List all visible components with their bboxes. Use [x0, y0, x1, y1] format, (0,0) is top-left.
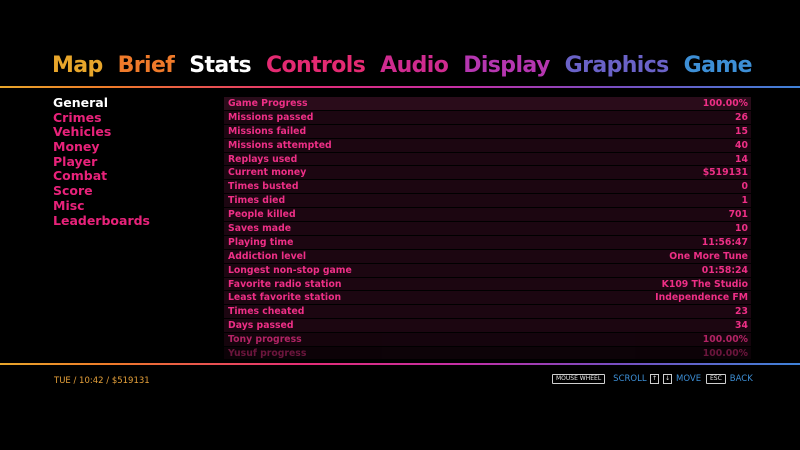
stat-value: 15 — [735, 125, 748, 137]
stat-row: Addiction level One More Tune — [224, 249, 751, 263]
move-hint: ↑ ↓ MOVE — [650, 374, 701, 384]
esc-key: ESC — [706, 374, 726, 384]
stat-row: Yusuf progress 100.00% — [224, 347, 751, 359]
tab-audio[interactable]: Audio — [380, 53, 449, 78]
stat-label: Replays used — [228, 153, 298, 165]
category-general[interactable]: General — [53, 95, 203, 111]
category-score[interactable]: Score — [53, 183, 203, 199]
tab-controls[interactable]: Controls — [266, 53, 366, 78]
stat-label: Favorite radio station — [228, 278, 342, 290]
stat-label: Playing time — [228, 236, 294, 248]
stat-row: Longest non-stop game 01:58:24 — [224, 263, 751, 277]
category-crimes[interactable]: Crimes — [53, 110, 203, 126]
stat-row: Current money $519131 — [224, 166, 751, 180]
stat-label: People killed — [228, 209, 296, 221]
category-money[interactable]: Money — [53, 139, 203, 155]
category-vehicles[interactable]: Vehicles — [53, 125, 203, 140]
tab-stats[interactable]: Stats — [189, 53, 251, 78]
stat-label: Game Progress — [228, 97, 308, 109]
stat-label: Missions failed — [228, 125, 307, 137]
stat-row: Game Progress 100.00% — [224, 97, 751, 110]
stat-value: 100.00% — [702, 97, 748, 109]
stat-row: Days passed 34 — [224, 319, 751, 333]
stat-value: One More Tune — [669, 250, 748, 262]
category-player[interactable]: Player — [53, 154, 203, 170]
stat-row: Playing time 11:56:47 — [224, 235, 751, 249]
category-combat[interactable]: Combat — [53, 169, 203, 184]
arrow-down-key-icon: ↓ — [663, 374, 672, 384]
stat-label: Longest non-stop game — [228, 264, 352, 276]
stat-row: Times busted 0 — [224, 180, 751, 194]
stat-value: 100.00% — [702, 334, 748, 346]
stat-label: Tony progress — [228, 334, 302, 346]
stat-value: 01:58:24 — [701, 264, 748, 276]
stat-value: 11:56:47 — [701, 236, 748, 248]
stat-row: Missions failed 15 — [224, 124, 751, 138]
stat-value: 1 — [741, 195, 748, 207]
stat-label: Missions attempted — [228, 139, 332, 151]
scroll-hint: MOUSE WHEEL SCROLL — [552, 374, 647, 384]
stat-row: Times cheated 23 — [224, 305, 751, 319]
stat-row: Replays used 14 — [224, 152, 751, 166]
stat-value: 14 — [735, 153, 748, 165]
stat-value: $519131 — [702, 167, 748, 179]
stat-value: 0 — [741, 181, 748, 193]
footer-bar: TUE / 10:42 / $519131 MOUSE WHEEL SCROLL… — [0, 374, 800, 388]
stat-row: Times died 1 — [224, 194, 751, 208]
stat-label: Days passed — [228, 320, 294, 332]
status-day-time-money: TUE / 10:42 / $519131 — [54, 376, 150, 386]
stat-value: 10 — [735, 222, 748, 234]
stats-category-list: General Crimes Vehicles Money Player Com… — [53, 95, 203, 229]
top-nav: Map Brief Stats Controls Audio Display G… — [52, 49, 753, 81]
move-label[interactable]: MOVE — [676, 374, 701, 384]
stat-label: Times cheated — [228, 306, 305, 318]
stat-value: 100.00% — [702, 347, 748, 359]
stat-label: Times died — [228, 195, 286, 207]
stat-value: Independence FM — [655, 292, 748, 304]
stat-row: Least favorite station Independence FM — [224, 291, 751, 305]
stat-row: Favorite radio station K109 The Studio — [224, 277, 751, 291]
stat-row: People killed 701 — [224, 208, 751, 222]
top-divider — [0, 86, 800, 88]
scroll-label[interactable]: SCROLL — [613, 374, 646, 384]
back-hint: ESC BACK — [706, 374, 753, 384]
stat-value: 40 — [735, 139, 748, 151]
stat-label: Current money — [228, 167, 307, 179]
stat-value: K109 The Studio — [661, 278, 748, 290]
mouse-wheel-key: MOUSE WHEEL — [552, 374, 606, 384]
tab-brief[interactable]: Brief — [118, 53, 175, 78]
stat-label: Yusuf progress — [228, 347, 307, 359]
stat-value: 34 — [735, 320, 748, 332]
stat-value: 701 — [728, 209, 748, 221]
stat-row: Missions passed 26 — [224, 110, 751, 124]
tab-graphics[interactable]: Graphics — [565, 53, 670, 78]
stats-list[interactable]: Game Progress 100.00% Missions passed 26 M… — [224, 97, 751, 359]
tab-display[interactable]: Display — [463, 53, 550, 78]
stat-label: Missions passed — [228, 111, 314, 123]
back-label[interactable]: BACK — [730, 374, 753, 384]
stat-row: Saves made 10 — [224, 222, 751, 235]
stat-row: Tony progress 100.00% — [224, 333, 751, 347]
stat-value: 23 — [735, 306, 748, 318]
stat-row: Missions attempted 40 — [224, 138, 751, 152]
tab-map[interactable]: Map — [52, 53, 103, 78]
arrow-up-key-icon: ↑ — [650, 374, 659, 384]
stat-label: Times busted — [228, 181, 299, 193]
category-leaderboards[interactable]: Leaderboards — [53, 213, 203, 229]
category-misc[interactable]: Misc — [53, 198, 203, 214]
stat-value: 26 — [735, 111, 748, 123]
tab-game[interactable]: Game — [684, 53, 753, 78]
stat-label: Saves made — [228, 222, 292, 234]
stat-label: Least favorite station — [228, 292, 342, 304]
stat-label: Addiction level — [228, 250, 307, 262]
bottom-divider — [0, 363, 800, 365]
